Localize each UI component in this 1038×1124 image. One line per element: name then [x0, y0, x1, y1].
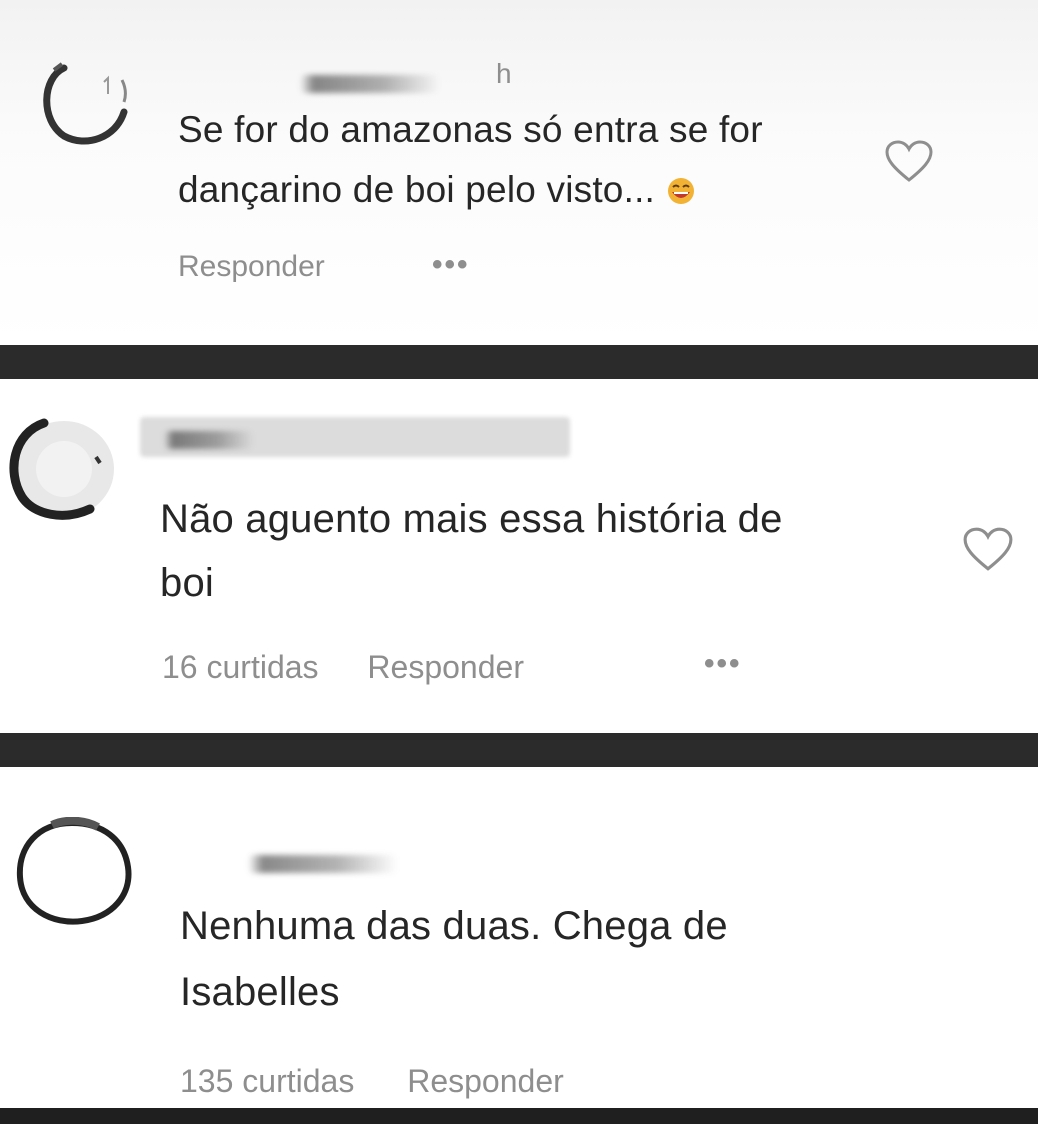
comment-card: h Se for do amazonas só entra se for dan… [0, 0, 1038, 345]
timestamp: h [496, 58, 512, 89]
reply-button[interactable]: Responder [178, 250, 325, 284]
username-redacted[interactable] [164, 431, 254, 449]
likes-count[interactable]: 16 curtidas [162, 649, 319, 686]
comment-text: Não aguento mais essa história de boi [160, 487, 950, 615]
bottom-border [0, 1108, 1038, 1124]
username-redacted[interactable] [300, 75, 440, 93]
divider [0, 733, 1038, 767]
comment-text-line: dançarino de boi pelo visto... [178, 160, 878, 220]
more-options-button[interactable]: ••• [432, 248, 470, 282]
username-redacted[interactable] [248, 855, 398, 873]
comment-text-line: Isabelles [180, 970, 340, 1014]
comment-text: Nenhuma das duas. Chega de Isabelles [180, 893, 940, 1025]
comment-actions: 16 curtidas Responder [162, 649, 524, 686]
avatar[interactable] [4, 411, 122, 523]
divider [0, 345, 1038, 379]
heart-outline-icon[interactable] [884, 140, 934, 184]
comment-text-line: boi [160, 561, 214, 605]
likes-count[interactable]: 135 curtidas [180, 1063, 354, 1100]
comment-text-line: Nenhuma das duas. Chega de [180, 904, 728, 948]
comment-text-line: Não aguento mais essa história de [160, 497, 783, 541]
comment-card: Não aguento mais essa história de boi 16… [0, 379, 1038, 733]
comment-text-line: Se for do amazonas só entra se for [178, 109, 763, 150]
comment-actions: 135 curtidas Responder [180, 1063, 564, 1100]
avatar[interactable] [12, 817, 136, 931]
profile-avatar-icon [16, 817, 132, 925]
reply-button[interactable]: Responder [367, 649, 524, 686]
profile-avatar-icon [43, 62, 128, 145]
reply-button[interactable]: Responder [407, 1063, 564, 1100]
comment-text-line-part: dançarino de boi pelo visto... [178, 169, 656, 210]
comment-text: Se for do amazonas só entra se for dança… [178, 100, 878, 220]
more-options-button[interactable]: ••• [704, 647, 742, 681]
comment-card: Nenhuma das duas. Chega de Isabelles 135… [0, 767, 1038, 1108]
laughing-face-emoji-icon [668, 178, 695, 204]
comment-actions: Responder [178, 250, 325, 284]
avatar[interactable] [34, 50, 138, 150]
heart-outline-icon[interactable] [962, 527, 1014, 573]
profile-avatar-icon [9, 418, 114, 520]
